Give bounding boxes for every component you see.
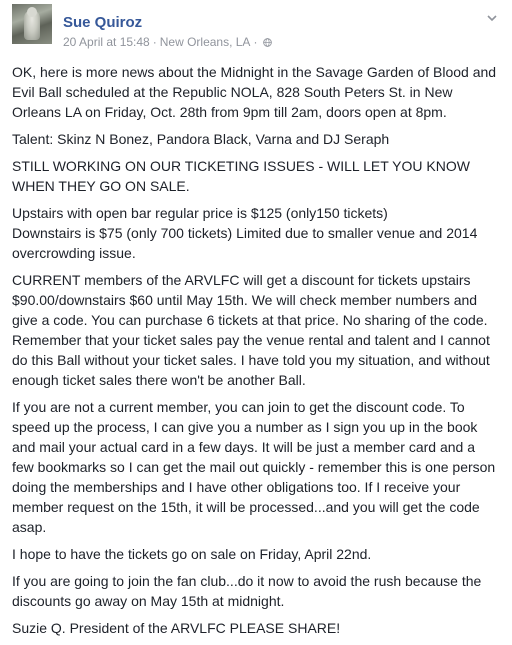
- chevron-down-icon[interactable]: [486, 12, 498, 24]
- paragraph-line: Talent: Skinz N Bonez, Pandora Black, Va…: [12, 131, 390, 147]
- post-paragraph: Suzie Q. President of the ARVLFC PLEASE …: [12, 618, 504, 638]
- paragraph-line: few bookmarks so I can get the mail out …: [12, 459, 496, 475]
- paragraph-line: Remember that your ticket sales pay the …: [12, 332, 490, 348]
- paragraph-line: $90.00/downstairs $60 until May 15th. We…: [12, 292, 478, 308]
- paragraph-line: asap.: [12, 519, 47, 535]
- paragraph-line: and mail your actual card in a few days.…: [12, 439, 475, 455]
- paragraph-line: STILL WORKING ON OUR TICKETING ISSUES - …: [12, 158, 470, 174]
- paragraph-line: I hope to have the tickets go on sale on…: [12, 546, 372, 562]
- facebook-post: Sue Quiroz 20 April at 15:48 · New Orlea…: [0, 0, 512, 636]
- paragraph-line: Upstairs with open bar regular price is …: [12, 205, 388, 221]
- post-paragraph: Talent: Skinz N Bonez, Pandora Black, Va…: [12, 129, 504, 149]
- post-location[interactable]: New Orleans, LA: [160, 35, 251, 49]
- statue-head: [27, 7, 37, 17]
- avatar[interactable]: [12, 4, 52, 44]
- paragraph-line: Evil Ball scheduled at the Republic NOLA…: [12, 84, 453, 100]
- post-body: OK, here is more news about the Midnight…: [12, 62, 504, 645]
- paragraph-line: If you are not a current member, you can…: [12, 399, 465, 415]
- globe-icon: [263, 37, 273, 47]
- paragraph-line: OK, here is more news about the Midnight…: [12, 64, 497, 80]
- paragraph-line: member request on the 15th, it will be p…: [12, 499, 480, 515]
- meta-separator: ·: [253, 35, 258, 49]
- post-paragraph: If you are not a current member, you can…: [12, 397, 504, 537]
- paragraph-line: doing the memberships and I have other o…: [12, 479, 461, 495]
- post-paragraph: OK, here is more news about the Midnight…: [12, 62, 504, 122]
- paragraph-line: discounts go away on May 15th at midnigh…: [12, 593, 285, 609]
- paragraph-line: do this Ball without your ticket sales. …: [12, 352, 490, 368]
- paragraph-line: Suzie Q. President of the ARVLFC PLEASE …: [12, 620, 341, 636]
- paragraph-line: CURRENT members of the ARVLFC will get a…: [12, 272, 471, 288]
- paragraph-line: Downstairs is $75 (only 700 tickets) Lim…: [12, 225, 478, 241]
- post-paragraph: Upstairs with open bar regular price is …: [12, 203, 504, 263]
- paragraph-line: speed up the process, I can give you a n…: [12, 419, 478, 435]
- post-meta: 20 April at 15:48 · New Orleans, LA ·: [63, 35, 273, 49]
- paragraph-line: Orleans LA on Friday, Oct. 28th from 9pm…: [12, 104, 447, 120]
- post-date[interactable]: 20 April at 15:48: [63, 35, 150, 49]
- post-paragraph: I hope to have the tickets go on sale on…: [12, 544, 504, 564]
- paragraph-line: enough ticket sales there won't be anoth…: [12, 372, 306, 388]
- post-paragraph: If you are going to join the fan club...…: [12, 571, 504, 611]
- post-header: Sue Quiroz 20 April at 15:48 · New Orlea…: [12, 4, 502, 52]
- paragraph-line: overcrowding issue.: [12, 245, 136, 261]
- author-name[interactable]: Sue Quiroz: [63, 14, 142, 31]
- paragraph-line: give a code. You can purchase 6 tickets …: [12, 312, 488, 328]
- paragraph-line: WHEN THEY GO ON SALE.: [12, 178, 190, 194]
- paragraph-line: If you are going to join the fan club...…: [12, 573, 482, 589]
- post-paragraph: CURRENT members of the ARVLFC will get a…: [12, 270, 504, 390]
- meta-separator: ·: [152, 35, 157, 49]
- post-paragraph: STILL WORKING ON OUR TICKETING ISSUES - …: [12, 156, 504, 196]
